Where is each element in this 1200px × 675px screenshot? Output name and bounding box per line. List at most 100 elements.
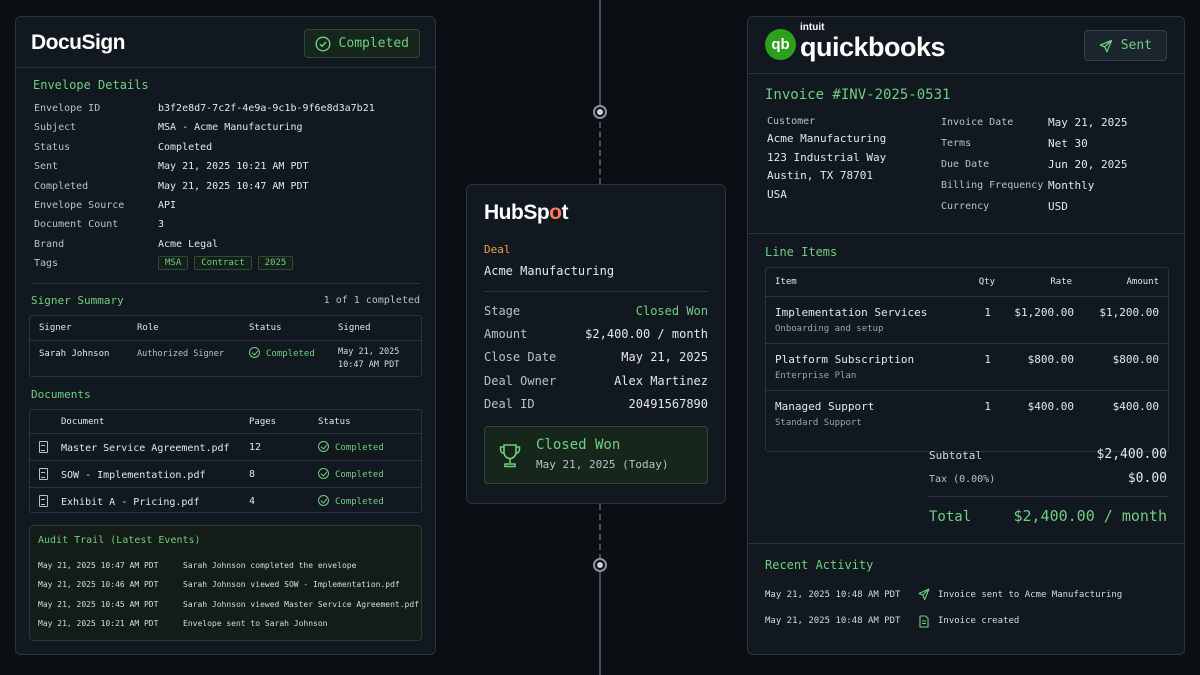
completed-badge: Completed [303,29,420,58]
col-qty: Qty [978,277,995,287]
total-value: $2,400.00 / month [1013,507,1167,525]
signer-summary-title: Signer Summary [31,294,124,307]
col-item: Item [775,277,797,287]
send-icon [918,588,930,601]
invoice-meta-label: Terms [941,138,972,149]
invoice-meta-value: Net 30 [1048,137,1088,150]
deal-property-label: Stage [484,304,521,318]
activity-description: Invoice sent to Acme Manufacturing [938,589,1123,600]
connector-line-top [599,0,601,110]
deal-property-row: Stage Closed Won [484,304,708,318]
line-item-description: Standard Support [775,418,862,428]
audit-description: Envelope sent to Sarah Johnson [183,618,328,628]
connector-dash-2 [599,504,601,560]
total-label: Total [929,509,972,525]
detail-value: 3 [158,219,165,231]
invoice-meta-label: Billing Frequency [941,180,1044,191]
tax-value: $0.00 [1127,471,1167,486]
customer-line: USA [767,187,787,201]
deal-property-row: Deal ID 20491567890 [484,397,708,411]
audit-timestamp: May 21, 2025 10:21 AM PDT [38,618,159,628]
connector-dash-1 [599,122,601,184]
audit-event: May 21, 2025 10:47 AM PDT Sarah Johnson c… [38,561,356,570]
deal-property-value: Closed Won [635,304,708,318]
table-row[interactable]: Managed Support Standard Support 1 $400.00 $… [766,390,1168,437]
invoice-title: Invoice #INV-2025-0531 [765,87,951,103]
detail-label: Envelope Source [34,200,125,211]
audit-event: May 21, 2025 10:46 AM PDT Sarah Johnson v… [38,580,400,589]
invoice-meta-label: Invoice Date [941,117,1014,128]
check-circle-icon [249,347,260,358]
activity-description: Invoice created [938,616,1020,626]
documents-title: Documents [31,388,91,401]
recent-activity-title: Recent Activity [765,558,874,572]
line-item-rate: $800.00 [1027,353,1074,366]
tag-chip[interactable]: Contract [194,256,252,270]
envelope-details-title: Envelope Details [33,78,149,92]
deal-property-value: Alex Martinez [614,373,708,388]
trophy-icon [499,444,521,468]
audit-timestamp: May 21, 2025 10:47 AM PDT [38,561,159,570]
audit-timestamp: May 21, 2025 10:45 AM PDT [38,599,159,609]
documents-table: Document Pages Status Master Service Agr… [29,409,422,513]
deal-property-value: $2,400.00 / month [585,327,708,342]
tag-chip[interactable]: 2025 [257,256,294,270]
document-status: Completed [318,495,384,507]
line-item-description: Onboarding and setup [775,324,884,334]
deal-name[interactable]: Acme Manufacturing [484,264,614,278]
document-icon [39,495,48,507]
col-rate: Rate [1050,277,1072,287]
docusign-panel: DocuSign Completed Envelope Details Enve… [15,16,436,655]
hubspot-logo-sprocket: o [549,201,562,224]
document-status-label: Completed [335,470,384,480]
connector-line-bottom [599,572,601,675]
invoice-meta-value: Jun 20, 2025 [1048,158,1128,171]
document-cell: Master Service Agreement.pdf [39,441,230,454]
invoice-meta-value: May 21, 2025 [1048,116,1128,129]
invoice-meta-value: Monthly [1048,179,1095,192]
document-status-label: Completed [335,443,384,453]
detail-label: Brand [34,238,65,250]
hubspot-logo: HubSpot [484,201,568,225]
audit-description: Sarah Johnson completed the envelope [183,561,357,570]
detail-value: May 21, 2025 10:21 AM PDT [158,161,309,173]
table-row[interactable]: Exhibit A - Pricing.pdf 4 Completed [30,487,421,514]
table-row[interactable]: Sarah Johnson Authorized Signer Complete… [30,340,421,377]
audit-timestamp: May 21, 2025 10:46 AM PDT [38,580,159,590]
document-pages: 12 [249,442,262,453]
table-row[interactable]: Platform Subscription Enterprise Plan 1 $80… [766,343,1168,390]
table-row[interactable]: SOW - Implementation.pdf 8 Completed [30,460,421,487]
col-document: Document [61,417,105,427]
document-name: Exhibit A - Pricing.pdf [61,497,200,508]
col-status: Status [249,323,282,333]
check-circle-icon [318,468,329,479]
completed-badge-label: Completed [338,36,409,51]
invoice-meta-label: Currency [941,201,990,212]
table-row[interactable]: Implementation Services Onboarding and se… [766,296,1168,343]
table-row[interactable]: Master Service Agreement.pdf 12 Completed [30,433,421,460]
document-cell: Exhibit A - Pricing.pdf [39,495,199,508]
detail-value: May 21, 2025 10:47 AM PDT [158,180,309,192]
line-item-amount: $800.00 [1112,353,1159,366]
divider [929,496,1167,497]
document-pages: 4 [249,496,256,507]
sent-badge: Sent [1083,30,1167,61]
detail-value: API [158,200,177,211]
activity-item: May 21, 2025 10:48 AM PDT Invoice created [765,614,1020,628]
detail-value: b3f2e8d7-7c2f-4e9a-9c1b-9f6e8d3a7b21 [158,103,375,114]
connector-node-bottom [593,558,607,572]
signer-signed-time: 10:47 AM PDT [338,360,400,370]
closed-won-title: Closed Won [536,437,621,453]
detail-label: Document Count [34,219,119,231]
detail-label: Subject [34,122,77,134]
signer-count: 1 of 1 completed [323,295,420,306]
detail-value: Acme Legal [158,238,219,250]
quickbooks-wordmark: quickbooks [800,32,946,62]
signer-name: Sarah Johnson [39,349,110,359]
document-pages: 8 [249,469,256,480]
divider [748,233,1184,234]
col-signer: Signer [39,323,72,333]
tag-chip[interactable]: MSA [158,256,189,270]
deal-property-row: Deal Owner Alex Martinez [484,374,708,388]
quickbooks-logo: intuit quickbooks [800,23,946,62]
